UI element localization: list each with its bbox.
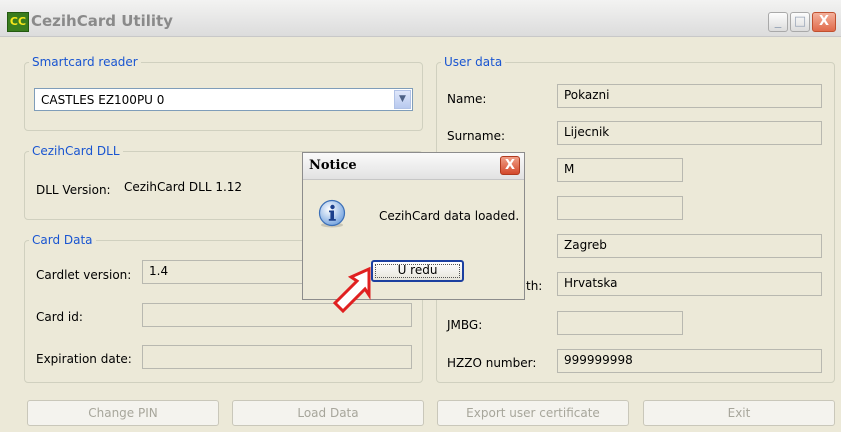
maximize-button[interactable]: □ — [790, 12, 810, 32]
close-icon: X — [504, 158, 516, 173]
user-data-legend: User data — [444, 55, 503, 69]
close-button[interactable]: X — [812, 12, 836, 32]
jmbg-label: JMBG: — [447, 318, 483, 332]
dll-legend: CezihCard DLL — [32, 144, 120, 158]
dll-version-value: CezihCard DLL 1.12 — [124, 180, 243, 194]
surname-field[interactable]: Lijecnik — [557, 121, 822, 145]
expiration-date-label: Expiration date: — [36, 352, 132, 366]
minimize-icon: _ — [774, 14, 782, 29]
hzzo-number-field[interactable]: 999999998 — [557, 349, 822, 373]
birth-place-label: th: — [526, 279, 543, 293]
user-field-4[interactable] — [557, 196, 683, 220]
card-data-legend: Card Data — [32, 233, 93, 247]
export-certificate-button[interactable]: Export user certificate — [437, 400, 629, 426]
cardlet-version-field[interactable]: 1.4 — [142, 260, 304, 284]
cardlet-version-label: Cardlet version: — [36, 268, 132, 282]
app-logo-icon: CC — [7, 12, 29, 32]
city-field[interactable]: Zagreb — [557, 234, 822, 258]
change-pin-button[interactable]: Change PIN — [27, 400, 219, 426]
dialog-title: Notice — [309, 158, 357, 173]
chevron-down-icon[interactable]: ▼ — [394, 90, 411, 109]
smartcard-reader-select[interactable]: CASTLES EZ100PU 0 ▼ — [34, 88, 413, 111]
minimize-button[interactable]: _ — [768, 12, 788, 32]
smartcard-reader-value: CASTLES EZ100PU 0 — [41, 93, 165, 107]
dll-version-label: DLL Version: — [36, 183, 111, 197]
app-window: CC CezihCard Utility _ □ X Smartcard rea… — [0, 0, 841, 432]
expiration-date-field[interactable] — [142, 345, 412, 369]
birth-place-field[interactable]: Hrvatska — [557, 272, 822, 296]
window-title: CezihCard Utility — [31, 12, 173, 30]
title-bar[interactable]: CC CezihCard Utility _ □ X — [0, 0, 841, 37]
sex-field[interactable]: M — [557, 158, 683, 182]
hzzo-number-label: HZZO number: — [447, 356, 537, 370]
surname-label: Surname: — [447, 129, 506, 143]
close-icon: X — [818, 14, 830, 29]
load-data-button[interactable]: Load Data — [232, 400, 424, 426]
maximize-icon: □ — [793, 14, 807, 29]
dialog-title-bar[interactable]: Notice X — [303, 153, 524, 180]
dialog-close-button[interactable]: X — [500, 156, 520, 175]
pointer-arrow-icon — [332, 266, 371, 314]
card-id-label: Card id: — [36, 310, 83, 324]
jmbg-field[interactable] — [557, 311, 683, 335]
smartcard-reader-legend: Smartcard reader — [32, 55, 138, 69]
dialog-message: CezihCard data loaded. — [379, 209, 520, 223]
ok-button[interactable]: U redu — [371, 260, 464, 282]
exit-button[interactable]: Exit — [643, 400, 835, 426]
name-label: Name: — [447, 92, 487, 106]
info-icon — [318, 199, 346, 228]
name-field[interactable]: Pokazni — [557, 84, 822, 108]
